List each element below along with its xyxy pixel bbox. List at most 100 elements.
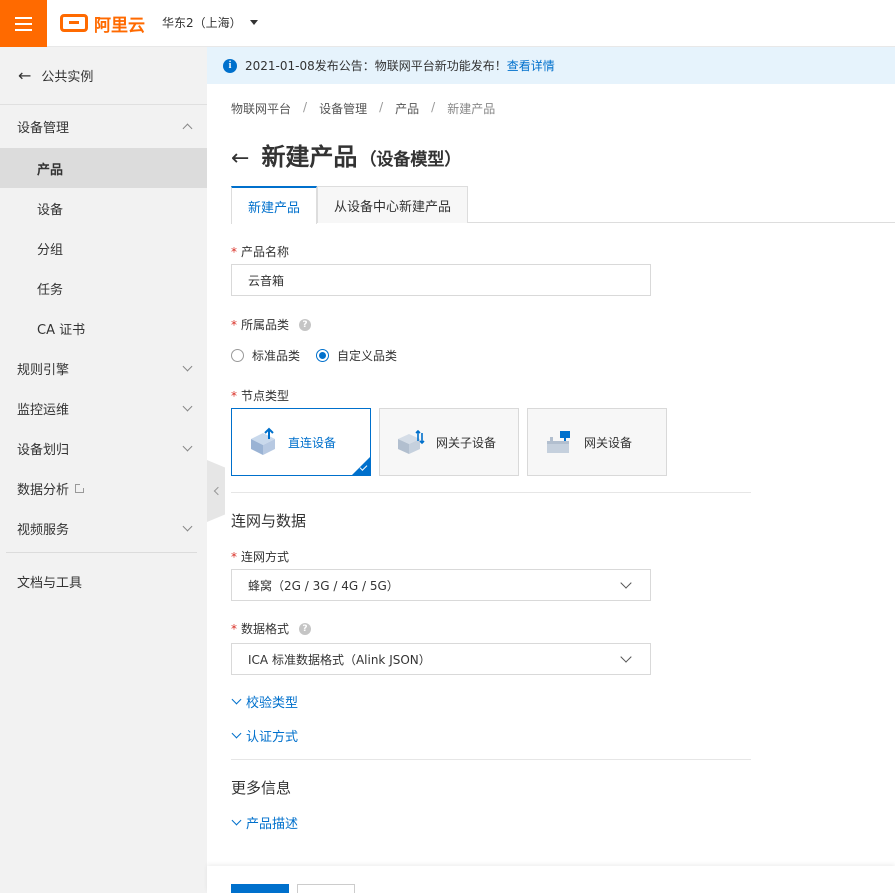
- network-label: * 连网方式: [231, 548, 289, 565]
- section-more-info: 更多信息: [231, 779, 292, 797]
- product-name-label-text: 产品名称: [241, 245, 290, 259]
- breadcrumb-item[interactable]: 设备管理: [319, 100, 367, 117]
- card-label: 直连设备: [288, 435, 337, 450]
- breadcrumb-current: 新建产品: [447, 102, 496, 116]
- chevron-up-icon: [182, 123, 193, 134]
- chevron-down-icon: [182, 521, 193, 531]
- data-format-select-value: ICA 标准数据格式（Alink JSON）: [248, 652, 431, 667]
- card-label: 网关子设备: [436, 435, 497, 450]
- page-header: ← 新建产品 （设备模型）: [231, 137, 461, 172]
- chevron-left-icon: [213, 486, 222, 496]
- node-type-direct-device[interactable]: 直连设备: [231, 408, 371, 476]
- page-subtitle: （设备模型）: [359, 150, 462, 170]
- page-title: 新建产品: [261, 143, 358, 171]
- sidebar: ← 公共实例 设备管理 产品 设备 分组 任务 CA 证书 规则引擎 监控运维 …: [0, 47, 207, 893]
- announcement-text: 2021-01-08发布公告：物联网平台新功能发布！: [245, 59, 507, 73]
- chevron-down-icon: [231, 694, 242, 705]
- breadcrumb-item[interactable]: 产品: [395, 100, 419, 117]
- sidebar-item-ca-cert[interactable]: CA 证书: [0, 308, 207, 348]
- sidebar-item-product[interactable]: 产品: [0, 148, 207, 188]
- caret-down-icon: [249, 20, 258, 25]
- sidebar-group-label: 规则引擎: [17, 362, 70, 378]
- validation-type-toggle[interactable]: 校验类型: [231, 692, 298, 711]
- sidebar-divider: [6, 552, 197, 553]
- help-icon[interactable]: ?: [299, 622, 312, 635]
- aliyun-logo-icon: [60, 14, 88, 32]
- sidebar-group-rule-engine[interactable]: 规则引擎: [0, 348, 207, 388]
- data-format-label-text: 数据格式: [241, 622, 290, 636]
- back-arrow-icon[interactable]: ←: [231, 146, 249, 171]
- node-type-label: * 节点类型: [231, 387, 289, 404]
- sidebar-group-monitoring[interactable]: 监控运维: [0, 388, 207, 428]
- auth-method-toggle[interactable]: 认证方式: [231, 726, 298, 745]
- product-name-input[interactable]: 云音箱: [231, 264, 651, 296]
- sidebar-group-video-service[interactable]: 视频服务: [0, 508, 207, 548]
- sidebar-group-device-assignment[interactable]: 设备划归: [0, 428, 207, 468]
- sidebar-item-device[interactable]: 设备: [0, 188, 207, 228]
- gateway-subdevice-icon: [398, 429, 425, 454]
- radio-button[interactable]: [231, 349, 244, 362]
- confirm-button[interactable]: [231, 884, 289, 893]
- breadcrumb-separator: /: [431, 100, 436, 114]
- data-format-select[interactable]: ICA 标准数据格式（Alink JSON）: [231, 643, 651, 675]
- cancel-button[interactable]: [297, 884, 355, 893]
- breadcrumb-separator: /: [379, 100, 384, 114]
- section-network-data: 连网与数据: [231, 512, 307, 530]
- radio-button-checked[interactable]: [316, 349, 330, 362]
- menu-icon[interactable]: [0, 0, 47, 47]
- sidebar-group-label: 设备划归: [17, 442, 70, 458]
- section-divider: [231, 759, 751, 760]
- help-icon[interactable]: ?: [299, 318, 312, 331]
- chevron-down-icon: [231, 728, 242, 739]
- node-type-gateway-subdevice[interactable]: 网关子设备: [379, 408, 519, 476]
- tab-new-product[interactable]: 新建产品: [231, 186, 318, 224]
- sidebar-item-label: 产品: [37, 162, 64, 178]
- radio-custom-category[interactable]: 自定义品类: [316, 347, 397, 364]
- check-icon: [352, 457, 370, 475]
- section-divider: [231, 492, 751, 493]
- tab-from-device-center[interactable]: 从设备中心新建产品: [317, 186, 469, 223]
- chevron-down-icon: [620, 577, 632, 589]
- required-mark: *: [231, 549, 237, 564]
- product-description-toggle[interactable]: 产品描述: [231, 813, 298, 832]
- sidebar-back-label: 公共实例: [41, 70, 94, 85]
- brand-name: 阿里云: [94, 15, 145, 36]
- sidebar-item-group[interactable]: 分组: [0, 228, 207, 268]
- sidebar-collapse-handle[interactable]: [207, 460, 225, 522]
- sidebar-back-link[interactable]: ← 公共实例: [0, 47, 207, 105]
- sidebar-section-device-management[interactable]: 设备管理: [0, 105, 207, 148]
- announcement-link[interactable]: 查看详情: [507, 57, 555, 74]
- required-mark: *: [231, 244, 237, 259]
- node-type-cards: 直连设备 网关子设备 网关设备: [231, 408, 667, 476]
- network-select[interactable]: 蜂窝（2G / 3G / 4G / 5G）: [231, 569, 651, 601]
- sidebar-item-label: 分组: [37, 242, 64, 258]
- aliyun-logo[interactable]: 阿里云: [60, 12, 145, 36]
- category-label: * 所属品类 ?: [231, 316, 312, 333]
- category-label-text: 所属品类: [241, 318, 290, 332]
- gateway-device-icon: [547, 431, 570, 453]
- chevron-down-icon: [182, 441, 193, 451]
- chevron-down-icon: [182, 361, 193, 371]
- info-icon: i: [223, 58, 237, 73]
- external-link-icon: [75, 482, 86, 493]
- sidebar-group-data-analysis[interactable]: 数据分析: [0, 468, 207, 508]
- sidebar-item-label: CA 证书: [37, 322, 86, 338]
- required-mark: *: [231, 621, 237, 636]
- sidebar-item-task[interactable]: 任务: [0, 268, 207, 308]
- node-type-gateway-device[interactable]: 网关设备: [527, 408, 667, 476]
- top-bar: 阿里云 华东2（上海）: [0, 0, 895, 47]
- product-name-label: * 产品名称: [231, 243, 289, 260]
- network-label-text: 连网方式: [241, 550, 290, 564]
- tab-bar: 新建产品 从设备中心新建产品: [231, 186, 895, 224]
- breadcrumb-item[interactable]: 物联网平台: [231, 100, 291, 117]
- region-label: 华东2（上海）: [162, 16, 242, 30]
- required-mark: *: [231, 317, 237, 332]
- chevron-down-icon: [231, 815, 242, 826]
- radio-label: 标准品类: [252, 349, 301, 363]
- validation-type-label: 校验类型: [246, 696, 299, 711]
- arrow-left-icon: ←: [18, 66, 32, 85]
- region-selector[interactable]: 华东2（上海）: [162, 14, 258, 31]
- sidebar-docs-tools[interactable]: 文档与工具: [0, 561, 207, 601]
- sidebar-item-label: 任务: [37, 282, 64, 298]
- radio-standard-category[interactable]: 标准品类: [231, 347, 300, 364]
